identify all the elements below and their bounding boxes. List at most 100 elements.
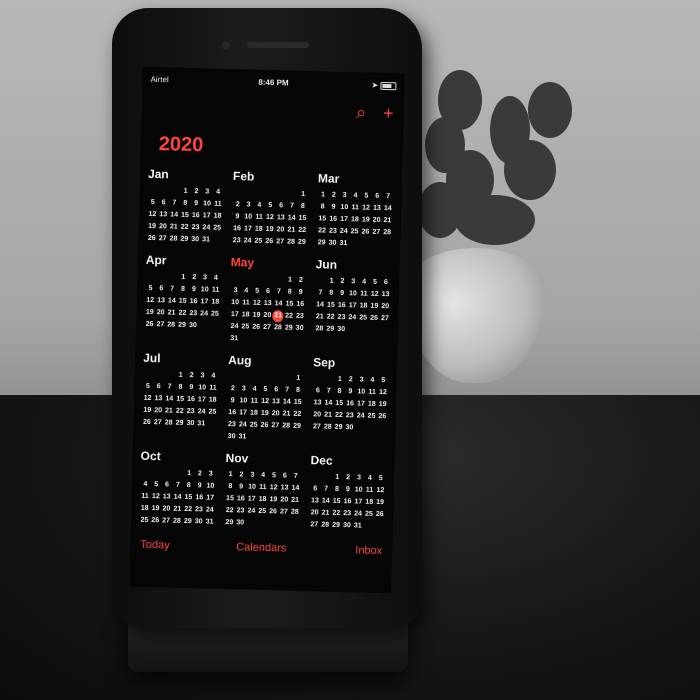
- day-cell[interactable]: 2: [343, 472, 354, 484]
- day-cell[interactable]: 9: [236, 481, 247, 493]
- plus-icon[interactable]: +: [383, 103, 394, 123]
- month-aug[interactable]: Aug 1 2 3 4 5 6 7 8 9 10 11 12 13 14 15 16 17 18 19 20 21 22 23…: [226, 353, 304, 445]
- day-cell[interactable]: 7: [286, 200, 297, 212]
- day-cell[interactable]: 26: [374, 509, 385, 521]
- day-cell[interactable]: 28: [272, 322, 283, 334]
- day-cell[interactable]: 13: [155, 295, 166, 307]
- day-cell[interactable]: 10: [238, 395, 249, 407]
- day-cell[interactable]: 27: [270, 420, 281, 432]
- day-cell[interactable]: 9: [186, 382, 197, 394]
- day-cell[interactable]: 17: [347, 300, 358, 312]
- day-cell[interactable]: 16: [344, 398, 355, 410]
- day-cell[interactable]: 2: [295, 275, 306, 287]
- day-cell[interactable]: 13: [279, 482, 290, 494]
- day-cell[interactable]: 12: [375, 485, 386, 497]
- day-cell[interactable]: 31: [352, 520, 363, 532]
- day-cell[interactable]: 29: [174, 418, 185, 430]
- day-cell[interactable]: 30: [294, 323, 305, 335]
- day-cell[interactable]: 13: [262, 298, 273, 310]
- day-cell[interactable]: 29: [333, 422, 344, 434]
- day-cell[interactable]: 22: [183, 504, 194, 516]
- day-cell[interactable]: 25: [248, 420, 259, 432]
- day-cell[interactable]: 9: [227, 395, 238, 407]
- day-cell[interactable]: 15: [224, 493, 235, 505]
- day-cell[interactable]: 12: [260, 396, 271, 408]
- day-cell[interactable]: 10: [356, 386, 367, 398]
- day-cell[interactable]: 16: [190, 210, 201, 222]
- day-cell[interactable]: 15: [292, 397, 303, 409]
- day-cell[interactable]: 10: [205, 480, 216, 492]
- day-cell[interactable]: 21: [320, 507, 331, 519]
- day-cell[interactable]: 26: [267, 506, 278, 518]
- day-cell[interactable]: 7: [290, 471, 301, 483]
- day-cell[interactable]: 16: [188, 296, 199, 308]
- day-cell[interactable]: 28: [320, 519, 331, 531]
- day-cell[interactable]: 15: [183, 492, 194, 504]
- day-cell[interactable]: 8: [317, 201, 328, 213]
- day-cell[interactable]: 17: [353, 496, 364, 508]
- day-cell[interactable]: 20: [312, 409, 323, 421]
- day-cell[interactable]: 23: [327, 226, 338, 238]
- day-cell[interactable]: 24: [204, 504, 215, 516]
- day-cell[interactable]: 6: [262, 286, 273, 298]
- day-cell[interactable]: 27: [309, 519, 320, 531]
- day-cell[interactable]: 17: [205, 492, 216, 504]
- day-cell[interactable]: 28: [163, 417, 174, 429]
- day-cell[interactable]: 3: [339, 190, 350, 202]
- day-cell[interactable]: 14: [166, 295, 177, 307]
- day-cell[interactable]: 13: [312, 397, 323, 409]
- day-cell[interactable]: 24: [196, 406, 207, 418]
- day-cell[interactable]: 18: [358, 300, 369, 312]
- day-cell[interactable]: 1: [332, 472, 343, 484]
- day-cell[interactable]: 10: [197, 382, 208, 394]
- day-cell[interactable]: 1: [298, 189, 309, 201]
- day-cell[interactable]: 24: [242, 235, 253, 247]
- day-cell[interactable]: 2: [328, 190, 339, 202]
- day-cell[interactable]: 7: [273, 286, 284, 298]
- day-cell[interactable]: 20: [155, 307, 166, 319]
- day-cell[interactable]: 6: [372, 191, 383, 203]
- day-cell[interactable]: 17: [199, 296, 210, 308]
- day-cell[interactable]: 14: [286, 212, 297, 224]
- day-cell[interactable]: 13: [380, 289, 391, 301]
- day-cell[interactable]: 19: [374, 497, 385, 509]
- day-cell[interactable]: 28: [289, 507, 300, 519]
- day-cell[interactable]: 22: [325, 312, 336, 324]
- day-cell[interactable]: 21: [168, 221, 179, 233]
- day-cell[interactable]: 26: [146, 233, 157, 245]
- day-cell[interactable]: 8: [180, 198, 191, 210]
- day-cell[interactable]: 5: [375, 473, 386, 485]
- day-cell[interactable]: 25: [358, 312, 369, 324]
- day-cell[interactable]: 15: [284, 298, 295, 310]
- day-cell[interactable]: 15: [177, 296, 188, 308]
- day-cell[interactable]: 16: [194, 492, 205, 504]
- day-cell[interactable]: 8: [183, 480, 194, 492]
- day-cell[interactable]: 5: [361, 190, 372, 202]
- day-cell[interactable]: 14: [281, 396, 292, 408]
- day-cell[interactable]: 18: [366, 399, 377, 411]
- day-cell[interactable]: 1: [225, 469, 236, 481]
- month-jun[interactable]: Jun 1 2 3 4 5 6 7 8 9 10 11 12 13 14 15 16 17 18 19 20 21 22 23…: [314, 257, 392, 349]
- day-cell[interactable]: 11: [350, 202, 361, 214]
- day-cell[interactable]: 14: [315, 299, 326, 311]
- day-cell[interactable]: 15: [175, 394, 186, 406]
- day-cell[interactable]: 20: [270, 408, 281, 420]
- month-oct[interactable]: Oct 1 2 3 4 5 6 7 8 9 10 11 12 13 14 15 16 17 18 19 20 21 22 23…: [139, 449, 217, 529]
- day-cell[interactable]: 3: [202, 186, 213, 198]
- day-cell[interactable]: 22: [224, 505, 235, 517]
- day-cell[interactable]: 3: [353, 472, 364, 484]
- day-cell[interactable]: 25: [257, 506, 268, 518]
- day-cell[interactable]: 10: [246, 482, 257, 494]
- day-cell[interactable]: 15: [297, 213, 308, 225]
- day-cell[interactable]: 29: [291, 421, 302, 433]
- day-cell[interactable]: 12: [142, 393, 153, 405]
- day-cell[interactable]: 16: [227, 407, 238, 419]
- day-cell[interactable]: 24: [347, 312, 358, 324]
- day-cell[interactable]: 8: [175, 382, 186, 394]
- day-cell[interactable]: 3: [197, 370, 208, 382]
- day-cell[interactable]: 9: [295, 287, 306, 299]
- month-jan[interactable]: Jan 1 2 3 4 5 6 7 8 9 10 11 12 13 14 15 16 17 18 19 20 21 22 23…: [146, 167, 224, 247]
- day-cell[interactable]: 16: [342, 496, 353, 508]
- day-cell[interactable]: 3: [205, 468, 216, 480]
- day-cell[interactable]: 19: [377, 399, 388, 411]
